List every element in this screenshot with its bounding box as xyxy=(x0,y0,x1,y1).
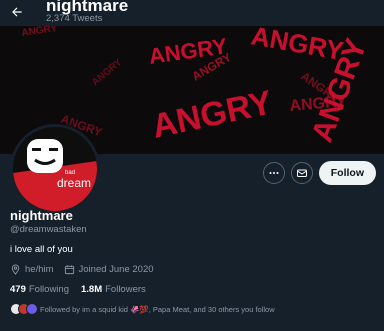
follow-button[interactable]: Follow xyxy=(318,161,376,185)
followers-number: 1.8M xyxy=(81,284,103,295)
follow-counts: 479 Following 1.8M Followers xyxy=(10,284,146,295)
avatar-image: bad dream xyxy=(13,127,97,211)
followers-count[interactable]: 1.8M Followers xyxy=(81,284,146,295)
calendar-icon xyxy=(64,265,74,275)
back-arrow-icon xyxy=(12,7,22,17)
followed-by-text: Followed by im a squid kid 🦑💯, Papa Meat… xyxy=(40,304,275,314)
joined-item: Joined June 2020 xyxy=(64,264,154,275)
profile-meta: he/him Joined June 2020 xyxy=(10,264,154,275)
followers-label: Followers xyxy=(105,284,146,295)
avatar-dream-text: dream xyxy=(57,176,91,190)
more-button[interactable] xyxy=(262,162,285,184)
profile-bio: i love all of you xyxy=(10,244,73,255)
follower-avatar xyxy=(26,303,38,315)
profile-actions: Follow xyxy=(262,161,376,185)
pronouns-item: he/him xyxy=(10,264,54,275)
pronouns-text: he/him xyxy=(25,264,54,275)
joined-text: Joined June 2020 xyxy=(78,264,154,275)
profile-handle: @dreamwastaken xyxy=(10,224,87,235)
following-label: Following xyxy=(28,284,69,295)
location-pin-icon xyxy=(11,264,20,275)
top-bar: nightmare 2,374 Tweets xyxy=(0,0,384,26)
profile-name: nightmare xyxy=(10,208,73,223)
following-count[interactable]: 479 Following xyxy=(10,284,69,295)
followed-by[interactable]: Followed by im a squid kid 🦑💯, Papa Meat… xyxy=(10,303,275,315)
tweet-count: 2,374 Tweets xyxy=(46,13,103,24)
envelope-icon xyxy=(296,169,307,177)
follower-avatars xyxy=(10,303,38,315)
message-button[interactable] xyxy=(290,162,313,184)
more-icon xyxy=(269,172,279,174)
following-number: 479 xyxy=(10,284,26,295)
back-button[interactable] xyxy=(8,3,26,21)
profile-avatar[interactable]: bad dream xyxy=(10,124,100,214)
